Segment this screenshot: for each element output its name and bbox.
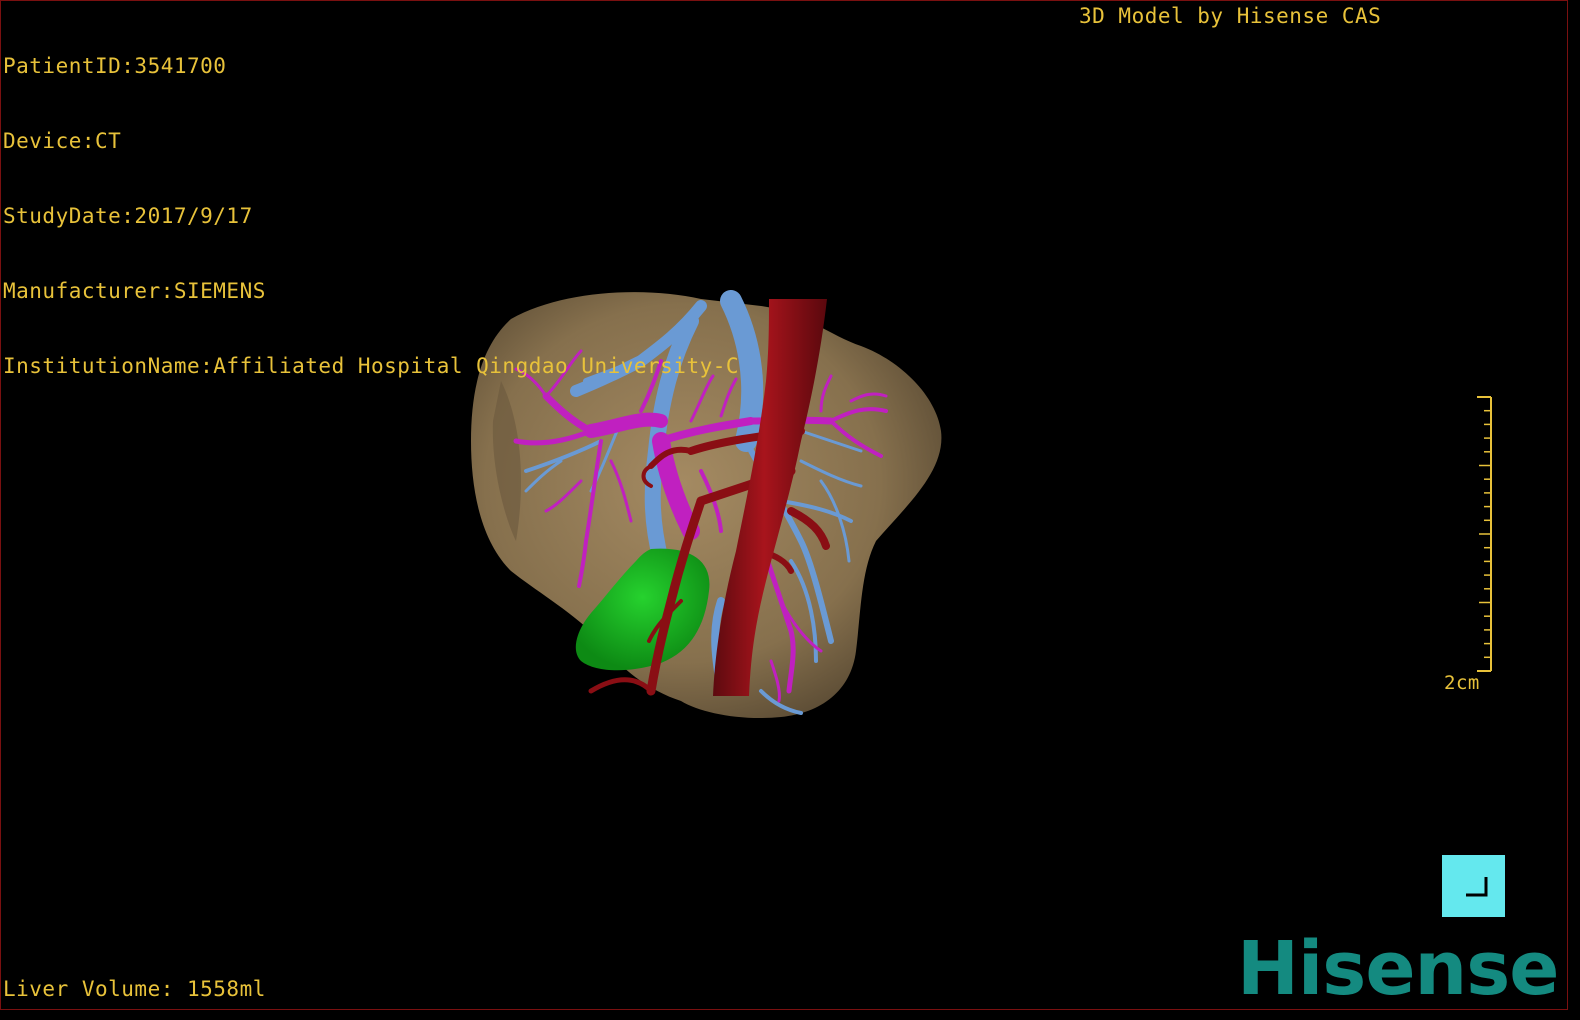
corner-toggle-button[interactable] (1442, 855, 1505, 917)
device: Device:CT (3, 129, 122, 153)
study-date: StudyDate:2017/9/17 (3, 204, 253, 228)
hisense-logo: Hisense (1237, 926, 1559, 1010)
liver-volume-readout: Liver Volume: 1558ml (3, 977, 266, 1001)
corner-bracket-icon (1466, 877, 1488, 897)
institution-name: InstitutionName:Affiliated Hospital Qing… (3, 354, 740, 378)
patient-id: PatientID:3541700 (3, 54, 227, 78)
scale-ticks (1479, 396, 1491, 672)
scale-bar-label: 2cm (1444, 672, 1480, 694)
3d-viewport[interactable]: PatientID:3541700 Device:CT StudyDate:20… (0, 0, 1568, 1010)
manufacturer: Manufacturer:SIEMENS (3, 279, 266, 303)
dicom-info-overlay: PatientID:3541700 Device:CT StudyDate:20… (3, 4, 739, 429)
model-watermark: 3D Model by Hisense CAS (1079, 4, 1382, 28)
